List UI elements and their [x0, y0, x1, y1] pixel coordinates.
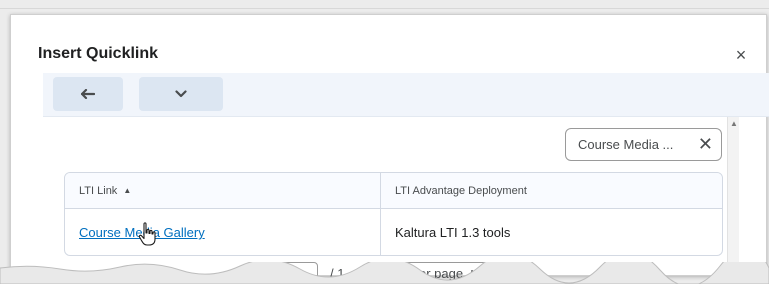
- dialog-content: Course Media ... ✕ LTI Link ▲ LTI Advant…: [43, 117, 745, 284]
- dialog-title: Insert Quicklink: [38, 45, 159, 62]
- backdrop-divider: [0, 8, 769, 9]
- scroll-up-icon[interactable]: ▲: [730, 119, 738, 128]
- dialog-toolbar: [43, 73, 769, 117]
- lti-links-table: LTI Link ▲ LTI Advantage Deployment Cour…: [64, 172, 723, 256]
- navigation-menu-button[interactable]: [139, 77, 223, 111]
- search-filter-text: Course Media ...: [578, 137, 674, 152]
- column-header-deployment: LTI Advantage Deployment: [395, 184, 527, 197]
- chevron-down-icon: [175, 90, 187, 98]
- back-button[interactable]: [53, 77, 123, 111]
- close-button[interactable]: ×: [731, 45, 751, 65]
- hand-pointer-cursor-icon: [138, 222, 156, 246]
- vertical-scrollbar[interactable]: ▲: [727, 117, 739, 277]
- table-row: Course Media Gallery Kaltura LTI 1.3 too…: [65, 209, 722, 255]
- insert-quicklink-dialog: Insert Quicklink × Course Media ... ✕ LT…: [10, 14, 769, 284]
- back-arrow-icon: [81, 89, 95, 99]
- clear-search-icon[interactable]: ✕: [698, 134, 713, 154]
- search-filter-chip[interactable]: Course Media ... ✕: [565, 128, 722, 161]
- torn-edge-decoration: [0, 262, 769, 284]
- table-header-row: LTI Link ▲ LTI Advantage Deployment: [65, 173, 722, 209]
- table-cell-deployment: Kaltura LTI 1.3 tools: [395, 225, 511, 240]
- sort-ascending-icon: ▲: [123, 186, 132, 195]
- column-header-lti-link[interactable]: LTI Link ▲: [65, 173, 381, 208]
- table-cell-link: Course Media Gallery: [65, 209, 381, 255]
